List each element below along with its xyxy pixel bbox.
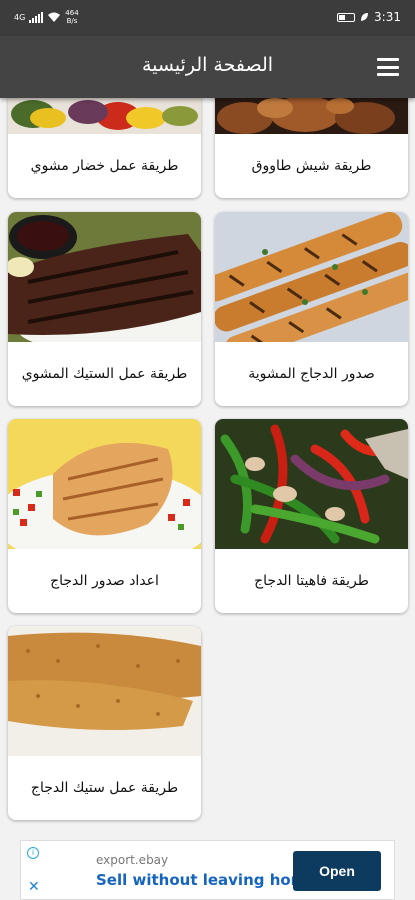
- recipe-card[interactable]: طريقة عمل ستيك الدجاج: [8, 626, 201, 820]
- recipe-title: طريقة شيش طاووق: [251, 158, 372, 174]
- hamburger-menu-icon[interactable]: [377, 58, 399, 76]
- recipe-card[interactable]: طريقة عمل خضار مشوي: [8, 98, 201, 198]
- grilled-vegetables-image: [8, 98, 201, 134]
- speed-value: 464: [65, 9, 79, 17]
- ad-source: export.ebay: [96, 853, 169, 867]
- speed-unit: B/s: [66, 17, 78, 25]
- status-left: 4G 464 B/s: [14, 9, 79, 25]
- recipe-card[interactable]: طريقة عمل الستيك المشوي: [8, 212, 201, 406]
- recipe-title: طريقة عمل الستيك المشوي: [21, 366, 188, 382]
- ad-open-button[interactable]: Open: [293, 851, 381, 891]
- recipe-card[interactable]: صدور الدجاج المشوية: [215, 212, 408, 406]
- recipe-card[interactable]: اعداد صدور الدجاج: [8, 419, 201, 613]
- app-bar: الصفحة الرئيسية: [0, 36, 415, 98]
- recipe-title: اعداد صدور الدجاج: [50, 573, 159, 589]
- ad-headline[interactable]: Sell without leaving home: [96, 871, 317, 889]
- recipe-title: طريقة عمل خضار مشوي: [30, 158, 179, 174]
- network-speed: 464 B/s: [65, 9, 78, 25]
- clock: 3:31: [374, 10, 401, 24]
- page-title: الصفحة الرئيسية: [141, 54, 274, 76]
- chicken-fajita-image: [215, 419, 408, 549]
- leaf-icon: [361, 13, 369, 21]
- grilled-chicken-skewers-image: [215, 212, 408, 342]
- recipe-title: طريقة عمل ستيك الدجاج: [30, 780, 179, 796]
- wifi-icon: [48, 12, 61, 22]
- status-bar: 4G 464 B/s 3:31: [0, 0, 415, 36]
- recipe-title: صدور الدجاج المشوية: [248, 366, 375, 382]
- grilled-chicken-pieces-image: [215, 98, 408, 134]
- grilled-steak-image: [8, 212, 201, 342]
- recipe-grid: طريقة شيش طاووق طريقة عمل خضار مشوي صدور…: [0, 98, 415, 826]
- close-icon[interactable]: ✕: [28, 879, 40, 895]
- ad-banner[interactable]: i ✕ export.ebay Sell without leaving hom…: [20, 840, 395, 900]
- chicken-breast-plate-image: [8, 419, 201, 549]
- recipe-card[interactable]: طريقة فاهيتا الدجاج: [215, 419, 408, 613]
- breaded-chicken-steak-image: [8, 626, 201, 756]
- recipe-title: طريقة فاهيتا الدجاج: [254, 573, 369, 589]
- status-right: 3:31: [337, 10, 401, 24]
- battery-icon: [337, 12, 356, 22]
- network-type: 4G: [14, 12, 26, 22]
- recipe-card[interactable]: طريقة شيش طاووق: [215, 98, 408, 198]
- ad-choices-icon[interactable]: i: [27, 847, 39, 859]
- signal-icon: [29, 11, 44, 23]
